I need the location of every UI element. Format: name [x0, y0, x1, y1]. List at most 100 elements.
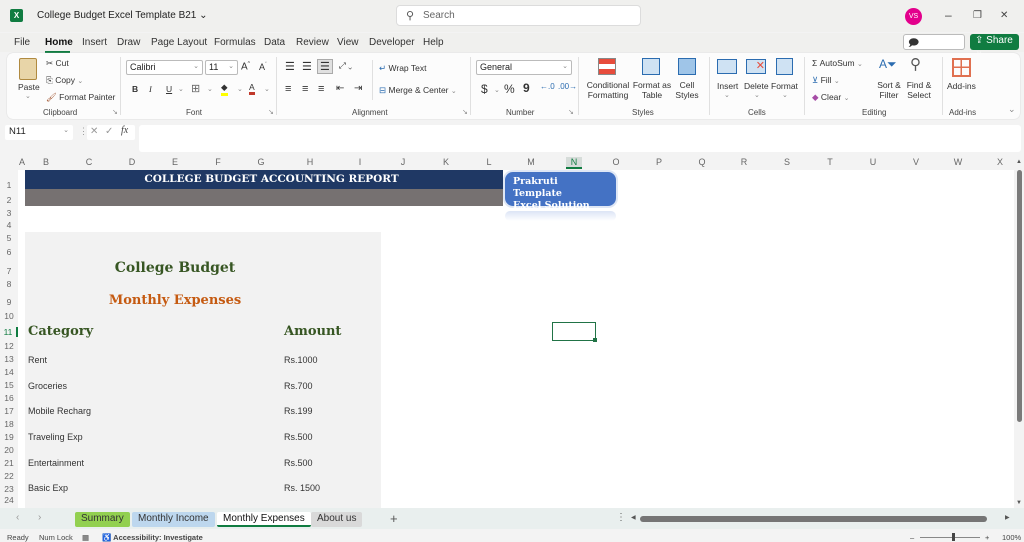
dialog-launcher-icon[interactable]: ↘ [462, 108, 468, 116]
row-header[interactable]: 14 [0, 367, 18, 377]
autosum-button[interactable]: Σ AutoSum ⌄ [812, 58, 863, 68]
row-header[interactable]: 18 [0, 419, 18, 429]
category-cell[interactable]: Entertainment [28, 458, 84, 468]
column-header[interactable]: I [352, 157, 368, 167]
row-header[interactable]: 24 [0, 495, 18, 505]
ribbon-collapse-icon[interactable]: ⌄ [1008, 104, 1016, 115]
minimize-button[interactable]: – [945, 8, 952, 22]
align-top-icon[interactable]: ☰ [285, 60, 295, 73]
tab-data[interactable]: Data [264, 37, 285, 48]
cut-button[interactable]: ✂ Cut [46, 58, 69, 69]
increase-font-button[interactable]: A^ [241, 61, 250, 72]
row-header[interactable]: 10 [0, 311, 18, 321]
delete-button[interactable]: Delete [744, 81, 769, 91]
scroll-down-icon[interactable]: ▼ [1016, 500, 1022, 506]
next-sheet-icon[interactable]: › [38, 512, 41, 523]
align-center-icon[interactable]: ≡ [302, 83, 308, 95]
format-button[interactable]: Format [771, 81, 798, 91]
column-header[interactable]: A [14, 157, 30, 167]
sheet-tab-monthly-income[interactable]: Monthly Income [132, 512, 215, 527]
column-header[interactable]: N [566, 157, 582, 169]
row-header[interactable]: 15 [0, 380, 18, 390]
borders-icon[interactable]: ⊞ [191, 82, 200, 95]
underline-button[interactable]: U [166, 84, 172, 94]
tab-review[interactable]: Review [296, 37, 329, 48]
category-cell[interactable]: Traveling Exp [28, 432, 83, 442]
row-header[interactable]: 23 [0, 484, 18, 494]
row-header[interactable]: 4 [0, 220, 18, 230]
restore-button[interactable]: ❐ [973, 10, 982, 21]
category-cell[interactable]: Rent [28, 355, 47, 365]
paste-button[interactable]: Paste [18, 82, 40, 92]
percent-button[interactable]: % [504, 82, 515, 96]
macro-record-icon[interactable]: ▦ [82, 533, 89, 542]
row-header[interactable]: 1 [0, 180, 18, 190]
wrap-text-button[interactable]: ↵ Wrap Text [379, 63, 426, 74]
amount-cell[interactable]: Rs.500 [284, 432, 313, 442]
row-header[interactable]: 21 [0, 458, 18, 468]
column-header[interactable]: D [124, 157, 140, 167]
find-select-button[interactable]: Find & Select [904, 80, 934, 100]
number-format-select[interactable]: General ⌄ [476, 60, 572, 75]
decrease-indent-icon[interactable]: ⇤ [336, 83, 344, 94]
tab-insert[interactable]: Insert [82, 37, 107, 48]
italic-button[interactable]: I [149, 84, 152, 94]
row-header[interactable]: 7 [0, 266, 18, 276]
tab-draw[interactable]: Draw [117, 37, 140, 48]
amount-cell[interactable]: Rs.199 [284, 406, 313, 416]
fill-handle[interactable] [593, 338, 597, 342]
column-header[interactable]: F [210, 157, 226, 167]
column-header[interactable]: J [395, 157, 411, 167]
align-right-icon[interactable]: ≡ [318, 83, 324, 95]
name-box[interactable]: N11 ⌄ [5, 125, 73, 140]
document-title[interactable]: College Budget Excel Template B21 ⌄ [37, 10, 208, 21]
share-button[interactable]: ⇪ Share ⌄ [970, 34, 1019, 57]
column-header[interactable]: Q [694, 157, 710, 167]
addins-button[interactable]: Add-ins [947, 81, 976, 91]
sheet-tab-about-us[interactable]: About us [311, 512, 363, 527]
clear-button[interactable]: ◆ Clear ⌄ [812, 92, 849, 103]
tab-view[interactable]: View [337, 37, 359, 48]
sheet-tab-summary[interactable]: Summary [75, 512, 130, 527]
fill-color-icon[interactable]: ◆ [221, 82, 228, 96]
prakruti-shape[interactable]: Prakruti Template Excel Solution [503, 170, 618, 211]
align-bottom-icon[interactable]: ☰ [317, 59, 333, 74]
decrease-font-button[interactable]: Aˇ [259, 62, 267, 72]
column-header[interactable]: T [822, 157, 838, 167]
row-header[interactable]: 16 [0, 393, 18, 403]
category-cell[interactable]: Mobile Recharg [28, 406, 91, 416]
column-header[interactable]: M [523, 157, 539, 167]
cancel-icon[interactable]: ✕ [90, 126, 98, 137]
row-header[interactable]: 17 [0, 406, 18, 416]
column-header[interactable]: G [253, 157, 269, 167]
fill-button[interactable]: ⊻ Fill ⌄ [812, 75, 840, 86]
row-header[interactable]: 13 [0, 354, 18, 364]
amount-cell[interactable]: Rs.1000 [284, 355, 318, 365]
column-header[interactable]: U [865, 157, 881, 167]
tab-formulas[interactable]: Formulas [214, 37, 256, 48]
row-header[interactable]: 20 [0, 445, 18, 455]
insert-function-icon[interactable]: fx [121, 125, 128, 136]
column-header[interactable]: O [608, 157, 624, 167]
horizontal-scroll-thumb[interactable] [640, 516, 987, 522]
font-name-select[interactable]: Calibri ⌄ [126, 60, 203, 75]
row-header[interactable]: 8 [0, 279, 18, 289]
scroll-up-icon[interactable]: ▲ [1016, 159, 1022, 165]
increase-indent-icon[interactable]: ⇥ [354, 83, 362, 94]
tab-home[interactable]: Home [45, 37, 73, 48]
category-cell[interactable]: Basic Exp [28, 483, 68, 493]
zoom-slider-thumb[interactable] [952, 533, 955, 541]
format-as-table-button[interactable]: Format as Table [632, 80, 672, 100]
row-header[interactable]: 12 [0, 341, 18, 351]
column-header[interactable]: K [438, 157, 454, 167]
scroll-right-icon[interactable]: ▶ [1005, 514, 1010, 521]
column-header[interactable]: E [167, 157, 183, 167]
row-header[interactable]: 2 [0, 195, 18, 205]
orientation-icon[interactable]: ⤢ ⌄ [339, 60, 352, 71]
cell-styles-button[interactable]: Cell Styles [672, 80, 702, 100]
amount-cell[interactable]: Rs. 1500 [284, 483, 320, 493]
column-header[interactable]: B [38, 157, 54, 167]
dialog-launcher-icon[interactable]: ↘ [568, 108, 574, 116]
column-header[interactable]: L [481, 157, 497, 167]
column-header[interactable]: C [81, 157, 97, 167]
